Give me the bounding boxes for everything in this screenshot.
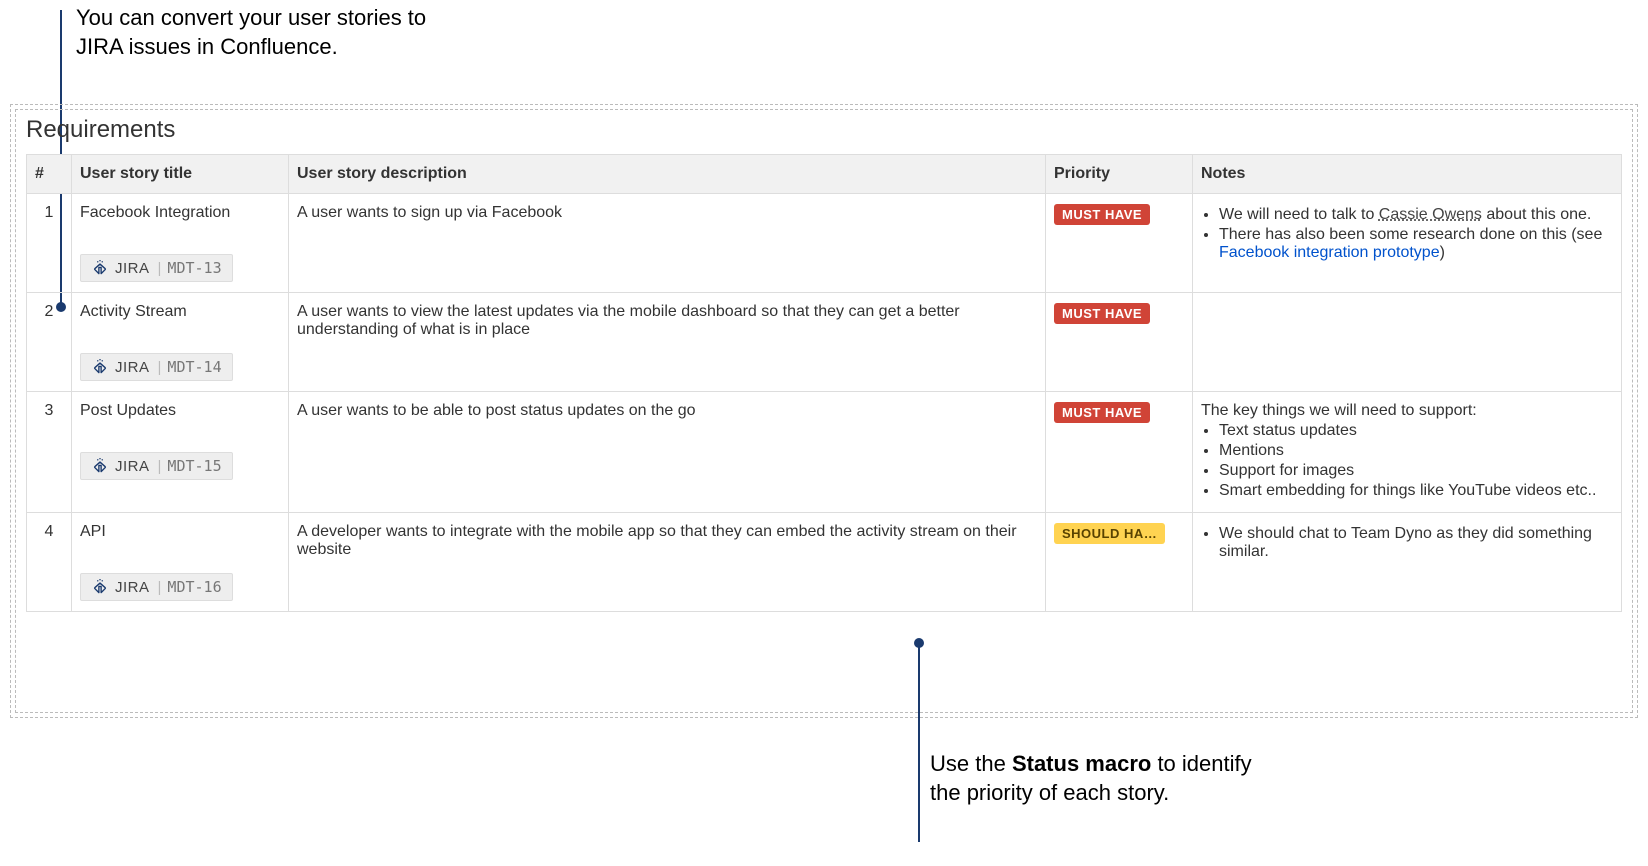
notes-text: about this one. xyxy=(1482,206,1591,223)
jira-icon xyxy=(91,578,109,596)
row-number: 3 xyxy=(27,392,72,513)
notes-list: We should chat to Team Dyno as they did … xyxy=(1219,525,1613,561)
callout-leader-line xyxy=(918,642,920,842)
table-row: 1 Facebook Integration JIRA|MDT-13 A user w… xyxy=(27,194,1622,293)
jira-separator: | xyxy=(156,260,164,277)
user-mention[interactable]: Cassie Owens xyxy=(1379,206,1482,223)
section-title: Requirements xyxy=(26,116,1622,144)
editor-selection-inner: Requirements # User story title User sto… xyxy=(15,109,1633,713)
jira-issue-pill[interactable]: JIRA|MDT-15 xyxy=(80,452,233,480)
callout-status-macro: Use the Status macro to identify the pri… xyxy=(930,750,1260,807)
notes-link[interactable]: Facebook integration prototype xyxy=(1219,244,1440,261)
jira-issue-pill[interactable]: JIRA|MDT-16 xyxy=(80,573,233,601)
row-number: 1 xyxy=(27,194,72,293)
notes-text: There has also been some research done o… xyxy=(1219,226,1602,243)
jira-issue-key: MDT-14 xyxy=(167,358,221,376)
notes-intro: The key things we will need to support: xyxy=(1201,402,1613,420)
cell-notes xyxy=(1193,293,1622,392)
cell-title: Activity Stream JIRA|MDT-14 xyxy=(72,293,289,392)
story-title: Activity Stream xyxy=(80,303,280,321)
jira-issue-pill[interactable]: JIRA|MDT-13 xyxy=(80,254,233,282)
col-header-desc: User story description xyxy=(289,155,1046,194)
jira-label: JIRA xyxy=(113,579,152,596)
jira-separator: | xyxy=(156,579,164,596)
jira-icon xyxy=(91,259,109,277)
jira-label: JIRA xyxy=(113,359,152,376)
cell-title: Post Updates JIRA|MDT-15 xyxy=(72,392,289,513)
table-row: 3 Post Updates JIRA|MDT-15 A user wants to … xyxy=(27,392,1622,513)
story-title: Post Updates xyxy=(80,402,280,420)
jira-separator: | xyxy=(156,458,164,475)
table-header-row: # User story title User story descriptio… xyxy=(27,155,1622,194)
jira-icon xyxy=(91,457,109,475)
notes-list-item: Mentions xyxy=(1219,442,1613,460)
cell-priority: MUST HAVE xyxy=(1046,194,1193,293)
notes-text: ) xyxy=(1440,244,1445,261)
priority-status[interactable]: MUST HAVE xyxy=(1054,204,1150,225)
jira-issue-pill[interactable]: JIRA|MDT-14 xyxy=(80,353,233,381)
jira-issue-key: MDT-13 xyxy=(167,259,221,277)
jira-label: JIRA xyxy=(113,458,152,475)
col-header-title: User story title xyxy=(72,155,289,194)
table-row: 2 Activity Stream JIRA|MDT-14 A user wants … xyxy=(27,293,1622,392)
table-row: 4 API JIRA|MDT-16 A developer wants to inte… xyxy=(27,513,1622,612)
cell-title: Facebook Integration JIRA|MDT-13 xyxy=(72,194,289,293)
notes-text: We should chat to Team Dyno as they did … xyxy=(1219,525,1592,560)
editor-selection-outer: Requirements # User story title User sto… xyxy=(10,104,1638,718)
cell-title: API JIRA|MDT-16 xyxy=(72,513,289,612)
jira-issue-key: MDT-16 xyxy=(167,578,221,596)
cell-priority: MUST HAVE xyxy=(1046,392,1193,513)
row-number: 2 xyxy=(27,293,72,392)
cell-description: A user wants to be able to post status u… xyxy=(289,392,1046,513)
callout-text: Use the xyxy=(930,751,1012,776)
cell-description: A user wants to view the latest updates … xyxy=(289,293,1046,392)
notes-list: We will need to talk to Cassie Owens abo… xyxy=(1219,206,1613,262)
story-title: Facebook Integration xyxy=(80,204,280,222)
cell-description: A developer wants to integrate with the … xyxy=(289,513,1046,612)
col-header-notes: Notes xyxy=(1193,155,1622,194)
row-number: 4 xyxy=(27,513,72,612)
callout-text-bold: Status macro xyxy=(1012,751,1151,776)
callout-convert-jira: You can convert your user stories to JIR… xyxy=(76,4,456,61)
cell-notes: We will need to talk to Cassie Owens abo… xyxy=(1193,194,1622,293)
notes-list-item: Smart embedding for things like YouTube … xyxy=(1219,482,1613,500)
notes-list-item: There has also been some research done o… xyxy=(1219,226,1613,262)
jira-separator: | xyxy=(156,359,164,376)
story-title: API xyxy=(80,523,280,541)
requirements-table: # User story title User story descriptio… xyxy=(26,154,1622,612)
cell-notes: The key things we will need to support: T… xyxy=(1193,392,1622,513)
col-header-num: # xyxy=(27,155,72,194)
priority-status[interactable]: SHOULD HA… xyxy=(1054,523,1165,544)
notes-list-item: Support for images xyxy=(1219,462,1613,480)
jira-issue-key: MDT-15 xyxy=(167,457,221,475)
priority-status[interactable]: MUST HAVE xyxy=(1054,402,1150,423)
notes-list: Text status updates Mentions Support for i… xyxy=(1219,422,1613,500)
jira-label: JIRA xyxy=(113,260,152,277)
cell-notes: We should chat to Team Dyno as they did … xyxy=(1193,513,1622,612)
col-header-prio: Priority xyxy=(1046,155,1193,194)
cell-priority: MUST HAVE xyxy=(1046,293,1193,392)
notes-text: We will need to talk to xyxy=(1219,206,1379,223)
notes-list-item: We will need to talk to Cassie Owens abo… xyxy=(1219,206,1613,224)
notes-list-item: Text status updates xyxy=(1219,422,1613,440)
callout-leader-dot xyxy=(914,638,924,648)
notes-list-item: We should chat to Team Dyno as they did … xyxy=(1219,525,1613,561)
jira-icon xyxy=(91,358,109,376)
priority-status[interactable]: MUST HAVE xyxy=(1054,303,1150,324)
cell-description: A user wants to sign up via Facebook xyxy=(289,194,1046,293)
cell-priority: SHOULD HA… xyxy=(1046,513,1193,612)
